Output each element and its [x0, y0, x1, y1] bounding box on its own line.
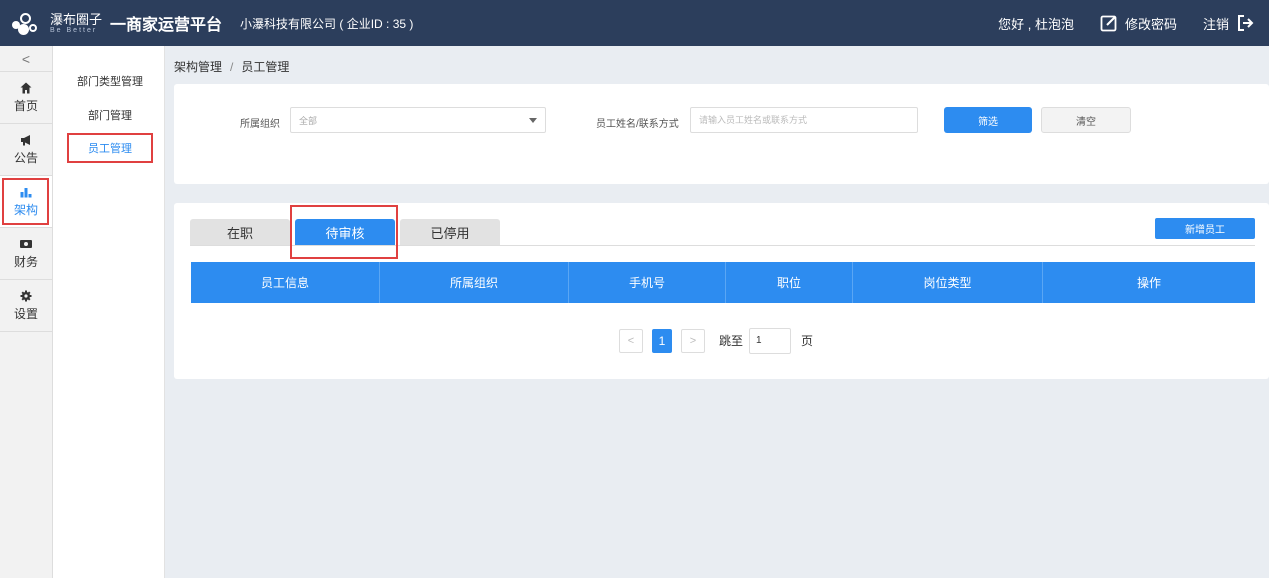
- top-bar: 瀑布圈子 Be Better 一商家运营平台 小瀑科技有限公司 ( 企业ID :…: [0, 0, 1269, 46]
- logo-cn-text: 瀑布圈子: [50, 11, 103, 27]
- jump-suffix: 页: [801, 334, 814, 348]
- table-header: 员工信息 所属组织 手机号 职位 岗位类型 操作: [191, 262, 1255, 303]
- collapse-sidebar-button[interactable]: <: [0, 46, 52, 72]
- tab-disabled[interactable]: 已停用: [400, 219, 500, 245]
- org-select[interactable]: 全部: [290, 107, 546, 133]
- sidebar-item-home[interactable]: 首页: [0, 72, 52, 124]
- status-tabs: 在职 待审核 已停用: [190, 218, 1255, 246]
- breadcrumb-separator: /: [230, 60, 234, 74]
- employee-list-panel: 在职 待审核 已停用 新增员工 员工信息 所属组织 手机号 职位 岗位类型 操作…: [174, 203, 1269, 379]
- sub-navigation: 部门类型管理 部门管理 员工管理: [53, 46, 165, 578]
- prev-page-button[interactable]: <: [619, 328, 643, 353]
- breadcrumb: 架构管理 / 员工管理: [174, 58, 289, 75]
- sidebar-item-structure[interactable]: 架构: [0, 176, 52, 228]
- add-employee-button[interactable]: 新增员工: [1155, 218, 1255, 239]
- filter-panel: 所属组织 全部 员工姓名/联系方式 筛选 清空: [174, 84, 1269, 184]
- name-label: 员工姓名/联系方式: [596, 119, 679, 130]
- logout-label: 注销: [1202, 16, 1229, 32]
- money-icon: [20, 239, 32, 248]
- subnav-item-department-type[interactable]: 部门类型管理: [67, 66, 153, 96]
- sidebar-item-label: 设置: [13, 306, 38, 321]
- sidebar-item-label: 公告: [13, 150, 38, 165]
- pagination: < 1 > 跳至 页: [619, 327, 813, 354]
- edit-icon: [1100, 15, 1117, 32]
- bar-chart-icon: [20, 187, 32, 197]
- org-label: 所属组织: [240, 119, 280, 130]
- sidebar-item-label: 财务: [13, 254, 38, 269]
- column-header: 所属组织: [380, 262, 569, 303]
- user-greeting: 您好 , 杜泡泡: [998, 16, 1074, 32]
- sidebar-item-label: 架构: [13, 202, 38, 217]
- megaphone-icon: [21, 134, 30, 145]
- sidebar-item-label: 首页: [13, 98, 38, 113]
- org-select-value: 全部: [299, 115, 318, 126]
- sidebar-item-announcement[interactable]: 公告: [0, 124, 52, 176]
- logo-en-text: Be Better: [50, 26, 98, 34]
- logout-button[interactable]: 注销: [1203, 14, 1255, 33]
- subnav-item-employee[interactable]: 员工管理: [67, 133, 153, 163]
- tab-active-employees[interactable]: 在职: [190, 219, 290, 245]
- clear-button[interactable]: 清空: [1041, 107, 1131, 133]
- company-name: 小瀑科技有限公司 ( 企业ID : 35 ): [240, 16, 414, 31]
- breadcrumb-parent[interactable]: 架构管理: [174, 60, 222, 74]
- caret-down-icon: [529, 118, 537, 123]
- logo: 瀑布圈子 Be Better: [12, 11, 102, 35]
- next-page-button[interactable]: >: [681, 328, 705, 353]
- sidebar-item-finance[interactable]: 财务: [0, 228, 52, 280]
- filter-button[interactable]: 筛选: [944, 107, 1032, 133]
- tab-pending-review[interactable]: 待审核: [295, 219, 395, 245]
- change-password-button[interactable]: 修改密码: [1100, 14, 1177, 33]
- jump-page-input[interactable]: [749, 327, 792, 354]
- column-header: 职位: [726, 262, 853, 303]
- subnav-item-department[interactable]: 部门管理: [67, 100, 153, 130]
- jump-label: 跳至: [719, 334, 744, 348]
- column-header: 员工信息: [191, 262, 380, 303]
- breadcrumb-current: 员工管理: [241, 60, 290, 74]
- logout-icon: [1238, 15, 1254, 31]
- name-contact-input[interactable]: [690, 107, 918, 133]
- logo-mark-icon: [12, 11, 48, 35]
- column-header: 岗位类型: [853, 262, 1043, 303]
- column-header: 操作: [1136, 276, 1161, 290]
- page-number[interactable]: 1: [652, 328, 672, 353]
- home-icon: [20, 82, 32, 93]
- gear-icon: [20, 290, 32, 301]
- change-password-label: 修改密码: [1124, 16, 1177, 32]
- platform-title: 一商家运营平台: [110, 17, 223, 34]
- column-header: 手机号: [569, 262, 726, 303]
- sidebar-item-settings[interactable]: 设置: [0, 280, 52, 332]
- icon-sidebar: < 首页 公告 架构 财务 设置: [0, 46, 53, 578]
